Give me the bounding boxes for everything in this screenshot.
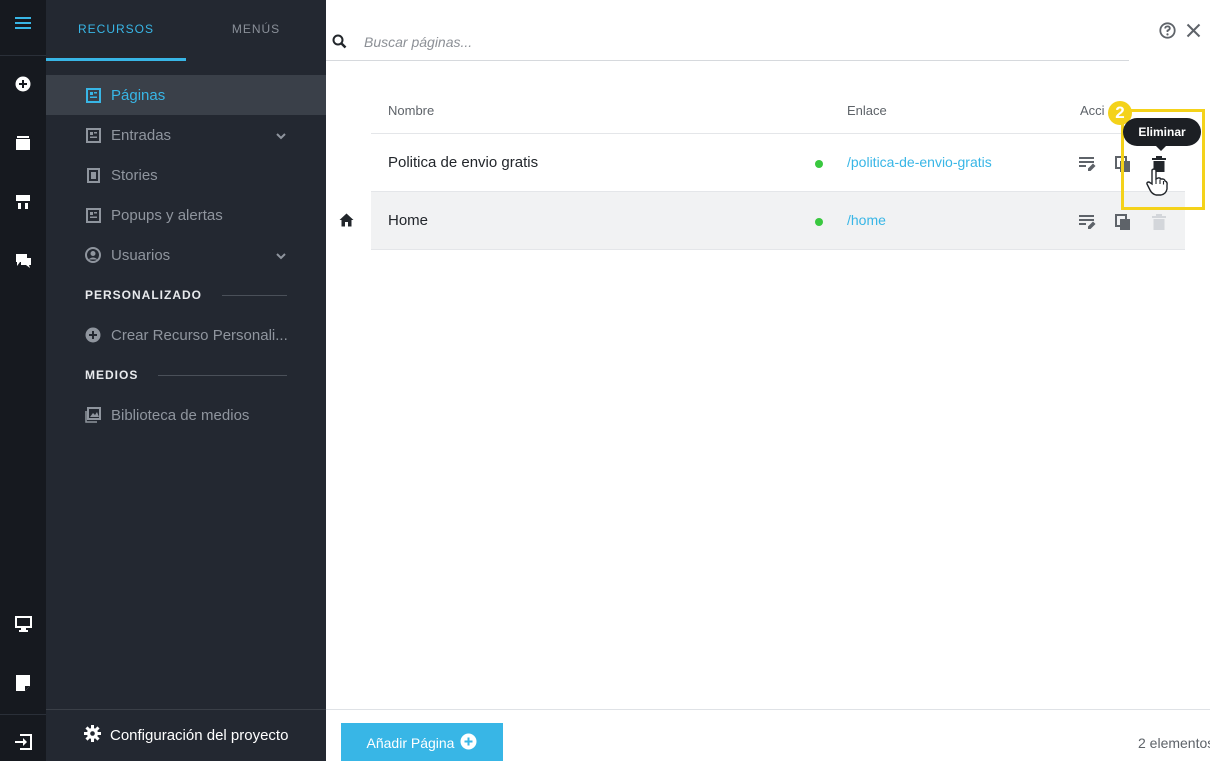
- tab-recursos[interactable]: RECURSOS: [46, 0, 186, 62]
- sidebar-item-usuarios[interactable]: Usuarios: [46, 235, 326, 275]
- stories-icon: [84, 166, 102, 184]
- search-input[interactable]: [364, 31, 1064, 53]
- chevron-down-icon[interactable]: [276, 248, 286, 266]
- search-bar: [326, 24, 1129, 61]
- status-dot: [815, 160, 823, 168]
- monitor-icon[interactable]: [0, 609, 46, 639]
- page-name: Politica de envio gratis: [388, 154, 539, 171]
- main-panel: Nombre Enlace Acci Politica de envio gra…: [326, 0, 1210, 761]
- layers-icon[interactable]: [0, 128, 46, 158]
- sidebar-item-label: Crear Recurso Personali...: [111, 326, 288, 344]
- edit-icon[interactable]: [1076, 153, 1098, 175]
- section-divider: [222, 294, 287, 296]
- section-divider: [158, 374, 287, 376]
- popup-icon: [84, 206, 102, 224]
- hand-cursor-icon: [1146, 168, 1168, 201]
- search-icon: [332, 34, 347, 54]
- entries-icon: [84, 126, 102, 144]
- table-row[interactable]: Home /home: [371, 192, 1185, 250]
- icon-rail: [0, 0, 46, 761]
- sidebar-item-label: Entradas: [111, 126, 172, 144]
- status-dot: [815, 218, 823, 226]
- section-medios: MEDIOS: [85, 365, 287, 385]
- footer-bar: Añadir Página 2 elementos: [326, 709, 1210, 761]
- help-icon[interactable]: [1157, 20, 1177, 40]
- section-personalizado: PERSONALIZADO: [85, 285, 287, 305]
- project-config-button[interactable]: Configuración del proyecto: [46, 709, 326, 761]
- page-icon: [84, 86, 102, 104]
- delete-icon-disabled: [1148, 211, 1170, 233]
- active-tab-indicator: [46, 58, 186, 61]
- table-header: Nombre Enlace Acci: [371, 90, 1185, 134]
- sidebar-item-entradas[interactable]: Entradas: [46, 115, 326, 155]
- section-title: MEDIOS: [85, 368, 139, 382]
- tab-menus[interactable]: MENÚS: [186, 0, 326, 62]
- page-name: Home: [388, 212, 429, 229]
- sidebar-item-label: Biblioteca de medios: [111, 406, 250, 424]
- note-icon[interactable]: [0, 668, 46, 698]
- page-link[interactable]: /home: [847, 212, 886, 228]
- add-page-label: Añadir Página: [366, 734, 455, 751]
- app: RECURSOS MENÚS Páginas Entradas Stories: [0, 0, 1210, 761]
- table-row[interactable]: Politica de envio gratis /politica-de-en…: [371, 134, 1185, 192]
- home-icon: [339, 213, 354, 232]
- edit-icon[interactable]: [1076, 211, 1098, 233]
- sidebar-tabs: RECURSOS MENÚS: [46, 0, 326, 62]
- copy-icon[interactable]: [1112, 211, 1134, 233]
- config-label: Configuración del proyecto: [110, 727, 289, 744]
- sidebar-item-label: Páginas: [111, 86, 166, 104]
- menu-icon[interactable]: [0, 8, 46, 38]
- modules-icon[interactable]: [0, 187, 46, 217]
- sidebar-item-label: Usuarios: [111, 246, 171, 264]
- add-circle-icon: [84, 326, 102, 344]
- sidebar-item-label: Popups y alertas: [111, 206, 223, 224]
- chat-icon[interactable]: [0, 246, 46, 276]
- resources-sidebar: RECURSOS MENÚS Páginas Entradas Stories: [46, 0, 326, 761]
- sidebar-item-label: Stories: [111, 166, 158, 184]
- add-page-button[interactable]: Añadir Página: [341, 723, 503, 761]
- logout-icon[interactable]: [0, 727, 46, 757]
- add-circle-icon: [460, 733, 477, 753]
- sidebar-item-paginas[interactable]: Páginas: [46, 75, 326, 115]
- column-name: Nombre: [388, 103, 435, 118]
- column-link: Enlace: [847, 103, 887, 118]
- gear-icon: [84, 724, 101, 747]
- image-library-icon: [84, 406, 102, 424]
- element-count: 2 elementos: [1138, 735, 1210, 751]
- sidebar-item-popups[interactable]: Popups y alertas: [46, 195, 326, 235]
- delete-tooltip: Eliminar: [1123, 118, 1201, 151]
- page-link[interactable]: /politica-de-envio-gratis: [847, 154, 992, 170]
- create-custom-resource[interactable]: Crear Recurso Personali...: [46, 315, 326, 355]
- column-actions: Acci: [1080, 103, 1105, 118]
- section-title: PERSONALIZADO: [85, 288, 203, 302]
- user-icon: [84, 246, 102, 264]
- add-circle-icon[interactable]: [0, 69, 46, 99]
- close-icon[interactable]: [1183, 20, 1203, 40]
- chevron-down-icon[interactable]: [276, 128, 286, 146]
- sidebar-item-stories[interactable]: Stories: [46, 155, 326, 195]
- sidebar-item-media-library[interactable]: Biblioteca de medios: [46, 395, 326, 435]
